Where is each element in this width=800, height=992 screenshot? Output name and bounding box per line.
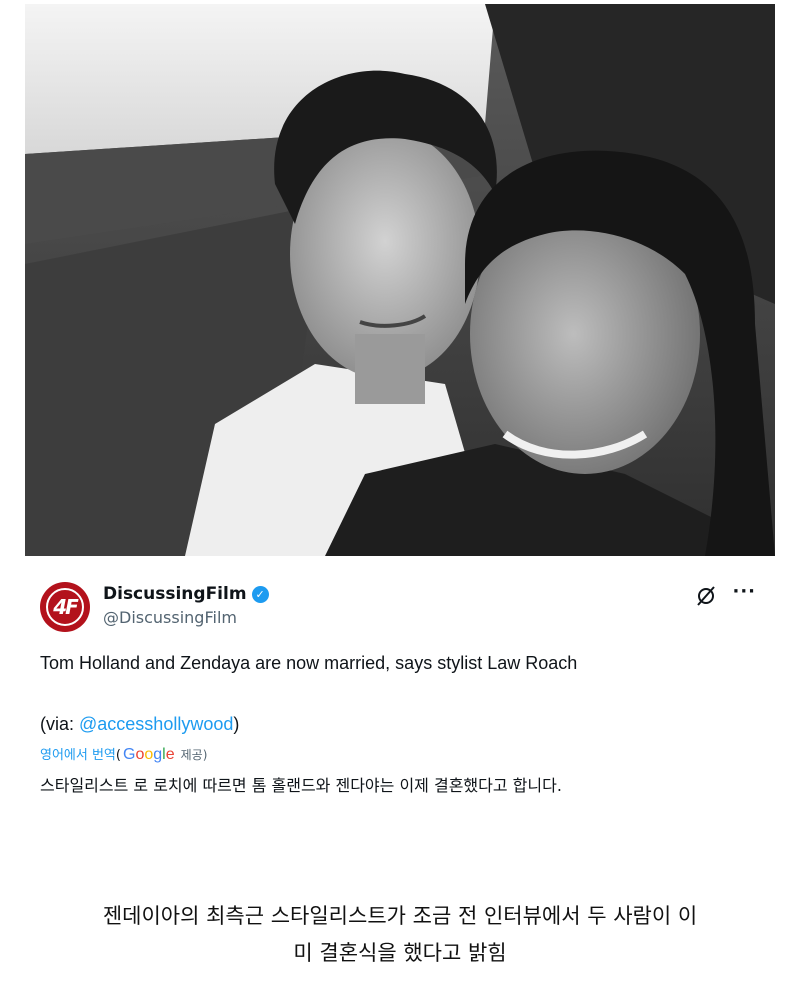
author-handle[interactable]: @DiscussingFilm: [103, 608, 237, 627]
discussingfilm-avatar[interactable]: 4F: [40, 582, 90, 632]
verified-badge-icon[interactable]: ✓: [251, 585, 269, 603]
translate-paren: (: [115, 748, 121, 763]
black-and-white-couple-photo: [25, 4, 775, 556]
more-options-icon[interactable]: ···: [732, 581, 756, 602]
author-display-name[interactable]: DiscussingFilm: [103, 584, 247, 604]
via-mention-link[interactable]: @accesshollywood: [79, 714, 233, 734]
tweet-card: 4F DiscussingFilm ✓ @DiscussingFilm ··· …: [40, 572, 760, 812]
caption-line-2: 미 결혼식을 했다고 밝힘: [293, 941, 507, 965]
grok-icon[interactable]: [694, 584, 718, 608]
tweet-text: Tom Holland and Zendaya are now married,…: [40, 653, 578, 673]
tweet-photo[interactable]: [25, 4, 775, 556]
via-suffix: ): [233, 714, 240, 734]
provided-by-label: 제공): [180, 748, 208, 762]
author-name-row: DiscussingFilm ✓: [103, 584, 269, 604]
caption-line-1: 젠데이아의 최측근 스타일리스트가 조금 전 인터뷰에서 두 사람이 이: [102, 904, 698, 928]
translated-tweet-text: 스타일리스트 로 로치에 따르면 톰 홀랜드와 젠다야는 이제 결혼했다고 합니…: [40, 776, 562, 795]
google-logo: Google: [122, 746, 175, 763]
avatar-logo-icon: 4F: [46, 588, 84, 626]
tweet-via-line: (via: @accesshollywood): [40, 714, 239, 735]
avatar-logo-text: 4F: [53, 595, 79, 619]
post-caption: 젠데이아의 최측근 스타일리스트가 조금 전 인터뷰에서 두 사람이 이 미 결…: [0, 898, 800, 972]
translation-attribution: 영어에서 번역 ( Google 제공): [40, 744, 207, 764]
translated-from-link[interactable]: 영어에서 번역: [40, 744, 116, 763]
via-prefix: (via:: [40, 714, 80, 734]
